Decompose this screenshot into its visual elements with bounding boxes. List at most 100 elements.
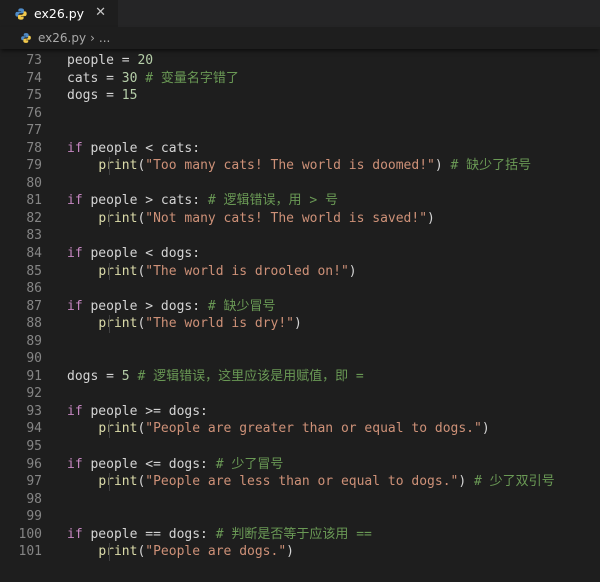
code-line[interactable]: 73 people = 20 [0, 52, 600, 70]
code-line[interactable]: 96 if people <= dogs: # 少了冒号 [0, 456, 600, 474]
breadcrumb-file[interactable]: ex26.py [38, 31, 86, 45]
code-line[interactable]: 79 print("Too many cats! The world is do… [0, 157, 600, 175]
code-text: if people > dogs: # 缺少冒号 [42, 298, 276, 316]
code-token: "People are less than or equal to dogs." [145, 474, 459, 490]
code-line[interactable]: 80 [0, 175, 600, 193]
code-token: people > dogs: [82, 298, 208, 314]
code-line[interactable]: 89 [0, 333, 600, 351]
code-token: print [98, 474, 138, 490]
code-line[interactable]: 88 print("The world is dry!") [0, 315, 600, 333]
code-token: # 逻辑错误，这里应该是用赋值，即 = [137, 368, 364, 384]
code-text: dogs = 5 # 逻辑错误，这里应该是用赋值，即 = [42, 368, 364, 386]
code-text: print("People are greater than or equal … [42, 420, 490, 438]
code-text: if people >= dogs: [42, 403, 208, 421]
code-line[interactable]: 83 [0, 227, 600, 245]
code-line[interactable]: 85 print("The world is drooled on!") [0, 262, 600, 281]
python-icon [15, 7, 27, 20]
code-token: people < dogs: [82, 246, 201, 262]
line-number: 73 [26, 53, 42, 68]
code-token: # 逻辑错误，用 > 号 [207, 193, 339, 209]
code-line[interactable]: 81 if people > cats: # 逻辑错误，用 > 号 [0, 192, 600, 210]
line-number: 95 [26, 439, 42, 455]
code-line[interactable]: 78 if people < cats: [0, 140, 600, 158]
code-token: people <= dogs: [82, 456, 216, 472]
code-line[interactable]: 101 print("People are dogs.") [0, 543, 600, 561]
code-token: # 缺少了括号 [450, 158, 532, 174]
line-number: 96 [26, 456, 42, 472]
line-number: 89 [26, 333, 42, 349]
code-token: ) [458, 474, 475, 490]
code-line[interactable]: 91 dogs = 5 # 逻辑错误，这里应该是用赋值，即 = [0, 368, 600, 386]
code-text: print("Too many cats! The world is doome… [42, 157, 531, 175]
code-line[interactable]: 87 if people > dogs: # 缺少冒号 [0, 298, 600, 316]
tab-bar: ex26.py ✕ [0, 0, 600, 27]
line-number: 98 [26, 491, 42, 507]
close-icon[interactable]: ✕ [95, 5, 106, 20]
code-line[interactable]: 93 if people >= dogs: [0, 403, 600, 421]
code-line[interactable]: 86 [0, 280, 600, 298]
line-number: 76 [26, 105, 42, 121]
code-line[interactable]: 100 if people == dogs: # 判断是否等于应该用 == [0, 526, 600, 544]
code-line[interactable]: 82 print("Not many cats! The world is sa… [0, 209, 600, 228]
code-token: print [98, 263, 138, 279]
code-line[interactable]: 75 dogs = 15 [0, 87, 600, 105]
code-token: dogs = [67, 88, 122, 104]
code-line[interactable]: 92 [0, 385, 600, 403]
code-token: # 判断是否等于应该用 == [215, 526, 372, 542]
code-token: print [98, 210, 138, 226]
line-number: 94 [26, 421, 42, 437]
code-line[interactable]: 77 [0, 122, 600, 140]
code-token: people == dogs: [82, 526, 216, 542]
code-line[interactable]: 84 if people < dogs: [0, 245, 600, 263]
line-number: 87 [26, 298, 42, 314]
code-token: people >= dogs: [82, 403, 208, 419]
code-token: people = [67, 53, 138, 68]
code-token: "People are dogs." [145, 544, 287, 560]
code-editor[interactable]: 73 people = 20 74 cats = 30 # 变量名字错了 75 dogs … [0, 49, 600, 561]
code-text: print("People are less than or equal to … [42, 473, 555, 491]
code-token: print [98, 544, 138, 560]
code-line[interactable]: 90 [0, 350, 600, 368]
python-icon [21, 33, 31, 43]
code-line[interactable]: 97 print("People are less than or equal … [0, 473, 600, 491]
code-token: cats = [67, 70, 122, 86]
code-token: "Not many cats! The world is saved!" [145, 210, 428, 226]
code-line[interactable]: 98 [0, 491, 600, 509]
line-number: 99 [26, 509, 42, 525]
code-token: if [67, 140, 83, 156]
code-token: # 变量名字错了 [145, 70, 239, 86]
code-token: ) [427, 210, 435, 226]
code-line[interactable]: 94 print("People are greater than or equ… [0, 420, 600, 438]
code-line[interactable]: 99 [0, 508, 600, 526]
line-number: 80 [26, 175, 42, 191]
line-number: 78 [26, 140, 42, 156]
code-token: 15 [121, 88, 138, 104]
tab-ex26[interactable]: ex26.py ✕ [0, 0, 118, 27]
code-line[interactable]: 95 [0, 438, 600, 456]
code-text: if people < dogs: [42, 245, 200, 263]
code-token: "The world is dry!" [145, 316, 294, 332]
code-token: ) [481, 421, 490, 437]
line-number: 86 [26, 281, 42, 297]
code-token: ) [294, 316, 302, 332]
line-number: 83 [26, 228, 42, 244]
code-token: # 少了双引号 [474, 474, 555, 490]
breadcrumb-more[interactable]: ... [99, 31, 110, 45]
line-number: 81 [26, 193, 42, 209]
code-line[interactable]: 74 cats = 30 # 变量名字错了 [0, 70, 600, 88]
code-token: if [67, 526, 83, 542]
code-text: print("The world is drooled on!") [42, 262, 357, 281]
line-number: 82 [26, 210, 42, 226]
code-line[interactable]: 76 [0, 105, 600, 123]
code-text: dogs = 15 [42, 87, 137, 105]
